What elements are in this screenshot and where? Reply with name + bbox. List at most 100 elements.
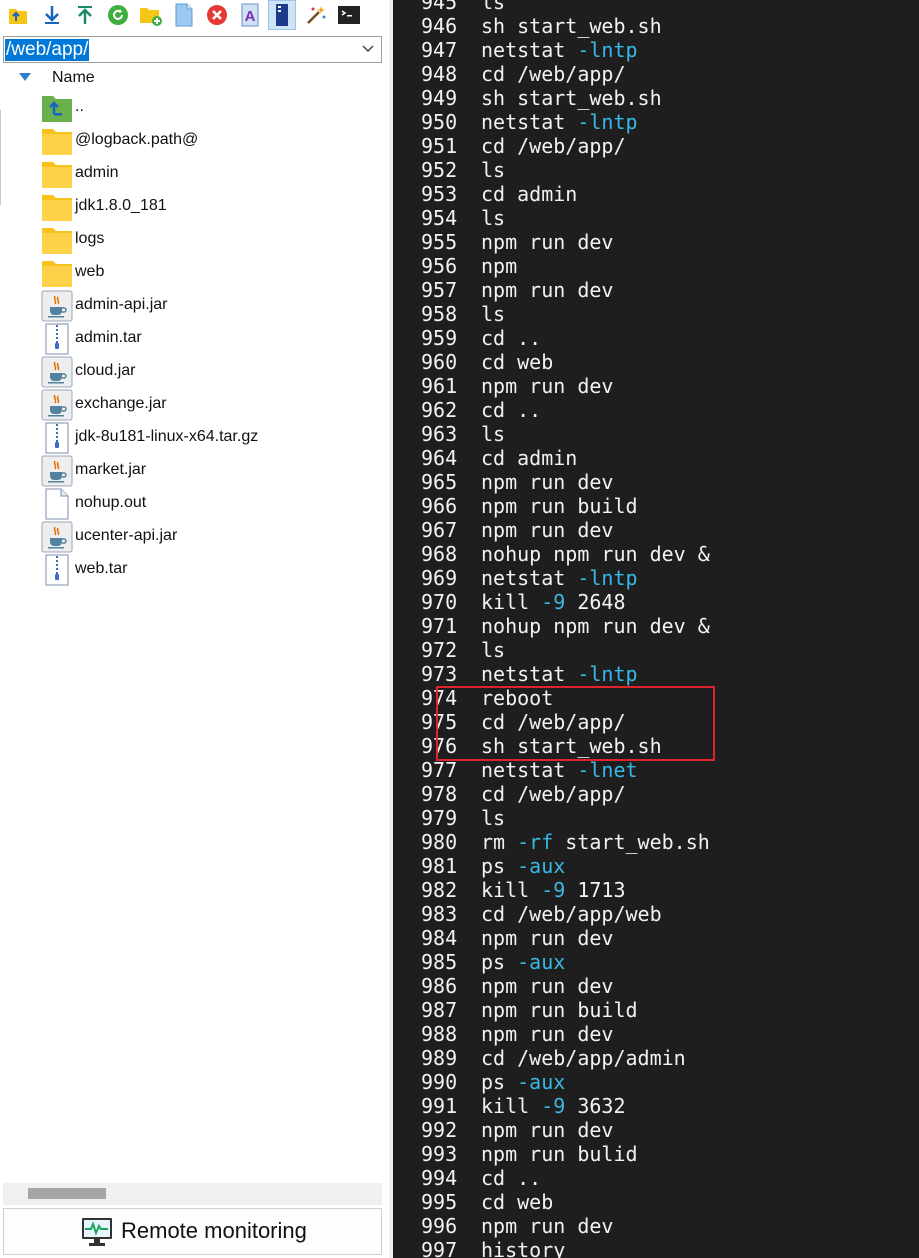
history-number: 954 — [421, 206, 458, 230]
upload-button[interactable] — [71, 0, 99, 30]
terminal-line: 971 nohup npm run dev & — [393, 614, 919, 638]
terminal-line: 946 sh start_web.sh — [393, 14, 919, 38]
go-parent-button[interactable] — [4, 0, 32, 30]
command-text: npm run dev — [481, 374, 614, 398]
history-command: sh start_web.sh — [481, 14, 662, 38]
path-input[interactable]: /web/app/ — [5, 39, 90, 61]
list-item[interactable]: ucenter-api.jar — [0, 520, 389, 553]
command-option: -lntp — [577, 662, 638, 686]
column-header[interactable]: Name — [0, 66, 389, 90]
terminal-line: 964 cd admin — [393, 446, 919, 470]
command-text: 1713 — [565, 878, 626, 902]
history-number: 955 — [421, 230, 458, 254]
command-text: kill — [481, 590, 542, 614]
folder-icon — [41, 125, 73, 157]
delete-button[interactable] — [203, 0, 231, 30]
new-folder-icon — [140, 8, 162, 26]
command-text: cd .. — [481, 326, 542, 350]
terminal-line: 962 cd .. — [393, 398, 919, 422]
history-command: ls — [481, 638, 505, 662]
terminal-line: 979 ls — [393, 806, 919, 830]
history-command: npm run dev — [481, 374, 613, 398]
path-combobox[interactable]: /web/app/ — [3, 36, 382, 63]
list-item[interactable]: admin — [0, 157, 389, 190]
history-command: ls — [481, 806, 505, 830]
list-item[interactable]: exchange.jar — [0, 388, 389, 421]
list-item[interactable]: nohup.out — [0, 487, 389, 520]
command-text: npm run dev — [481, 1022, 614, 1046]
history-number: 991 — [421, 1094, 458, 1118]
java-jar-icon — [41, 290, 73, 322]
history-number: 972 — [421, 638, 458, 662]
terminal-line: 951 cd /web/app/ — [393, 134, 919, 158]
terminal-panel[interactable]: 945 ls 946 sh start_web.sh 947 netstat -lntp 9… — [393, 0, 919, 1258]
command-text: 3632 — [565, 1094, 626, 1118]
java-jar-icon — [41, 521, 73, 553]
history-number: 997 — [421, 1238, 458, 1258]
command-option: -aux — [517, 950, 566, 974]
command-text: sh start_web.sh — [481, 14, 662, 38]
list-item-name: exchange.jar — [75, 395, 167, 412]
svg-text:A: A — [245, 8, 256, 25]
terminal-line: 953 cd admin — [393, 182, 919, 206]
history-number: 990 — [421, 1070, 458, 1094]
history-command: cd /web/app/web — [481, 902, 662, 926]
column-header-name: Name — [52, 69, 95, 86]
new-file-button[interactable] — [170, 0, 198, 30]
history-command: npm run bulid — [481, 1142, 638, 1166]
list-item[interactable]: @logback.path@ — [0, 124, 389, 157]
terminal-line: 960 cd web — [393, 350, 919, 374]
horizontal-scrollbar[interactable] — [3, 1183, 382, 1205]
list-item[interactable]: admin.tar — [0, 322, 389, 355]
command-text: nohup npm run dev & — [481, 614, 710, 638]
terminal-line: 955 npm run dev — [393, 230, 919, 254]
list-item[interactable]: cloud.jar — [0, 355, 389, 388]
command-option: -lnet — [577, 758, 638, 782]
history-command: cd /web/app/ — [481, 782, 626, 806]
history-number: 959 — [421, 326, 458, 350]
list-item[interactable]: market.jar — [0, 454, 389, 487]
list-item-name: nohup.out — [75, 494, 147, 511]
rename-button[interactable]: A — [236, 0, 264, 30]
list-item[interactable]: jdk-8u181-linux-x64.tar.gz — [0, 421, 389, 454]
terminal-line: 985 ps -aux — [393, 950, 919, 974]
list-item-name: web.tar — [75, 560, 128, 577]
command-option: -rf — [517, 830, 554, 854]
command-text: history — [481, 1238, 566, 1258]
terminal-line: 966 npm run build — [393, 494, 919, 518]
terminal-line: 980 rm -rf start_web.sh — [393, 830, 919, 854]
history-number: 988 — [421, 1022, 458, 1046]
chevron-down-icon[interactable] — [361, 43, 375, 55]
list-item[interactable]: admin-api.jar — [0, 289, 389, 322]
terminal-button[interactable] — [335, 0, 363, 30]
history-command: cd .. — [481, 398, 541, 422]
download-button[interactable] — [38, 0, 66, 30]
details-view-button[interactable] — [268, 0, 296, 30]
history-command: netstat -lntp — [481, 38, 638, 62]
magic-wand-button[interactable] — [302, 0, 330, 30]
refresh-button[interactable] — [104, 0, 132, 30]
history-command: cd admin — [481, 446, 577, 470]
go-parent-icon — [9, 9, 27, 24]
list-item[interactable]: web — [0, 256, 389, 289]
history-command: npm run dev — [481, 230, 613, 254]
rename-icon: A — [241, 3, 259, 27]
history-command: ls — [481, 0, 505, 14]
command-text: ls — [481, 206, 506, 230]
history-number: 982 — [421, 878, 458, 902]
terminal-line: 969 netstat -lntp — [393, 566, 919, 590]
command-text: npm run dev — [481, 926, 614, 950]
command-option: -9 — [541, 878, 566, 902]
remote-monitoring-button[interactable]: Remote monitoring — [3, 1208, 382, 1255]
history-number: 979 — [421, 806, 458, 830]
scrollbar-thumb[interactable] — [28, 1188, 106, 1199]
history-number: 950 — [421, 110, 458, 134]
command-option: -9 — [541, 590, 566, 614]
list-item[interactable]: web.tar — [0, 553, 389, 586]
new-folder-button[interactable] — [137, 0, 165, 30]
list-item[interactable]: .. — [0, 91, 389, 124]
history-command: rm -rf start_web.sh — [481, 830, 710, 854]
list-item[interactable]: logs — [0, 223, 389, 256]
list-item[interactable]: jdk1.8.0_181 — [0, 190, 389, 223]
terminal-line: 991 kill -9 3632 — [393, 1094, 919, 1118]
